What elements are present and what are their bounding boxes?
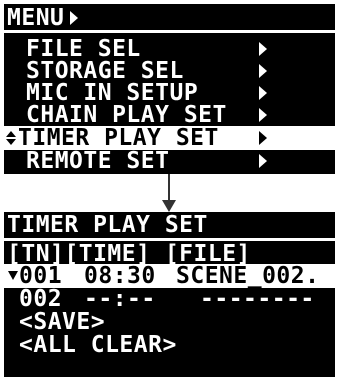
save-action[interactable]: <SAVE> <box>4 310 335 334</box>
up-down-cursor-icon <box>6 131 16 145</box>
timer-play-set-screen: TIMER PLAY SET [TN][TIME] [FILE] 001 08:… <box>4 212 335 377</box>
menu-screen: MENU FILE SEL STORAGE SEL MIC IN SETUP C… <box>4 4 335 174</box>
all-clear-label: <ALL CLEAR> <box>19 332 177 358</box>
timer-number: 002 <box>19 286 63 312</box>
submenu-arrow-icon <box>259 131 267 145</box>
down-arrow-icon <box>162 200 176 212</box>
menu-title: MENU <box>7 5 65 31</box>
submenu-arrow-icon <box>259 42 267 56</box>
timer-row-002[interactable]: 002 --:-- -------- <box>4 287 335 311</box>
all-clear-action[interactable]: <ALL CLEAR> <box>4 333 335 357</box>
submenu-arrow-icon <box>259 86 267 100</box>
cursor-icon <box>8 271 18 280</box>
submenu-arrow-icon <box>259 154 267 168</box>
timer-file: -------- <box>200 286 315 312</box>
timer-time: 08:30 <box>84 263 156 289</box>
submenu-arrow-icon <box>259 64 267 78</box>
menu-title-arrow-icon <box>70 11 78 25</box>
timer-row-001[interactable]: 001 08:30 SCENE_002. <box>4 264 335 288</box>
menu-item-timer-play-set[interactable]: TIMER PLAY SET <box>4 126 335 150</box>
menu-item-label: TIMER PLAY SET <box>18 125 219 151</box>
timer-title-bar: TIMER PLAY SET <box>4 212 335 241</box>
timer-time: --:-- <box>84 286 156 312</box>
save-label: <SAVE> <box>19 309 106 335</box>
timer-number: 001 <box>19 263 63 289</box>
menu-item-label: CHAIN PLAY SET <box>26 102 227 128</box>
transition-arrow-line <box>168 174 170 202</box>
screen-title: TIMER PLAY SET <box>7 212 208 238</box>
timer-file: SCENE_002. <box>176 263 320 289</box>
menu-item-label: REMOTE SET <box>26 148 170 174</box>
submenu-arrow-icon <box>259 108 267 122</box>
menu-title-bar: MENU <box>4 4 335 33</box>
menu-item-chain-play-set[interactable]: CHAIN PLAY SET <box>4 103 335 127</box>
menu-item-remote-set[interactable]: REMOTE SET <box>4 149 335 173</box>
